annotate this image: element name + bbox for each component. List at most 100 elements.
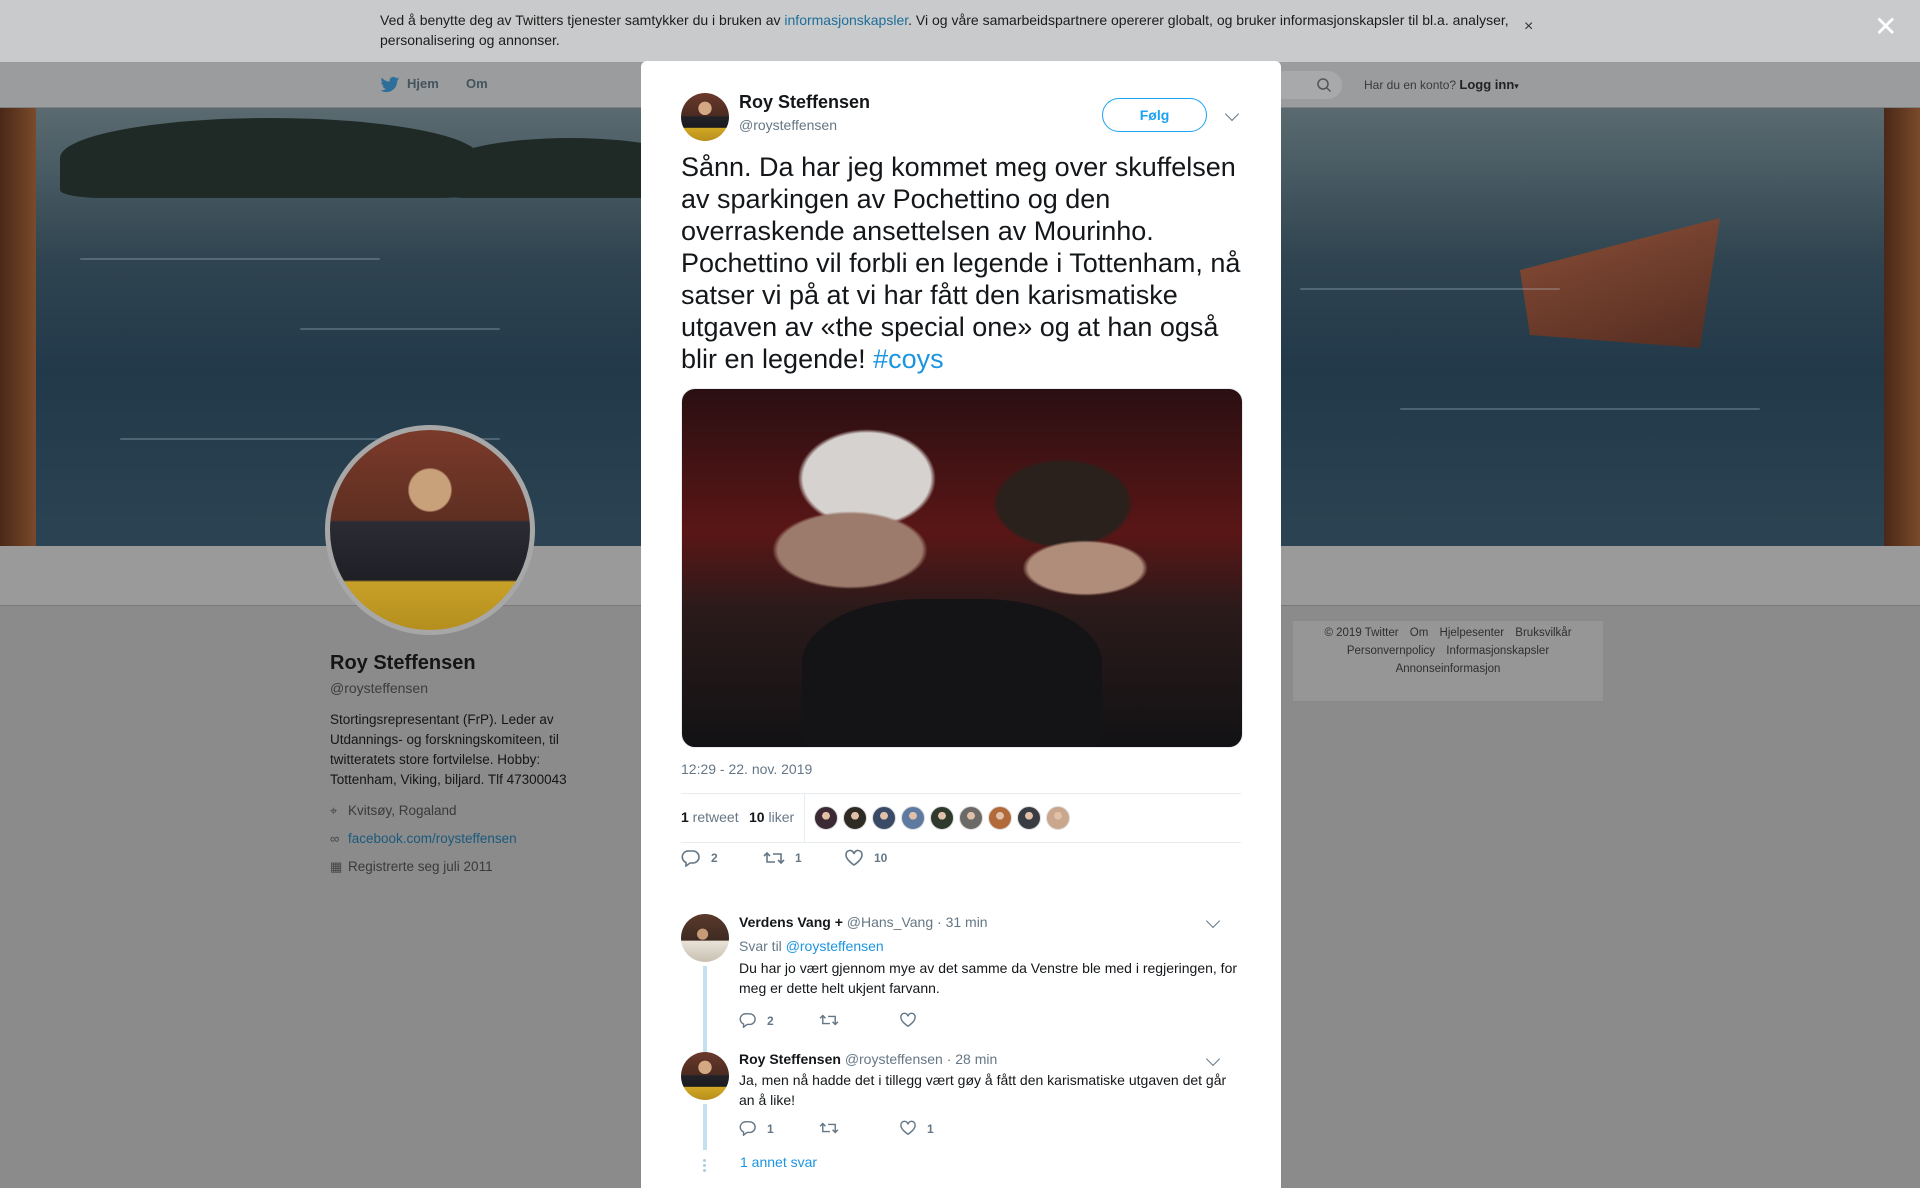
likers-avatars — [814, 806, 1075, 830]
login-prompt: Har du en konto? — [1364, 78, 1457, 92]
footer-link-cookies[interactable]: Informasjonskapsler — [1446, 645, 1549, 657]
footer-link-help[interactable]: Hjelpesenter — [1440, 627, 1505, 639]
banner-wave — [80, 258, 380, 260]
retweet-action[interactable] — [819, 1120, 849, 1136]
profile-avatar[interactable] — [325, 425, 535, 635]
retweet-action[interactable]: 1 — [763, 849, 802, 867]
nav-about-link[interactable]: Om — [466, 76, 488, 91]
footer-link-about[interactable]: Om — [1410, 627, 1429, 639]
retweet-action[interactable] — [819, 1012, 849, 1028]
liker-avatar[interactable] — [872, 806, 896, 830]
profile-website-link[interactable]: facebook.com/roysteffensen — [348, 831, 517, 846]
author-avatar[interactable] — [681, 93, 729, 141]
tweet-stats: 1 retweet 10 liker — [681, 793, 1241, 843]
liker-avatar[interactable] — [843, 806, 867, 830]
reply-tweet[interactable]: Roy Steffensen @roysteffensen · 28 min J… — [681, 1051, 1241, 1152]
likes-stat[interactable]: 10 liker — [749, 809, 794, 825]
reply-text: Du har jo vært gjennom mye av det samme … — [739, 960, 1238, 996]
reply-to-line: Svar til @roysteffensen — [739, 938, 884, 954]
reply-time[interactable]: · 31 min — [937, 914, 988, 930]
banner-wave — [1300, 288, 1560, 290]
like-action[interactable] — [899, 1012, 927, 1028]
site-footer: © 2019 Twitter Om Hjelpesenter Bruksvilk… — [1292, 620, 1604, 702]
cookie-banner: Ved å benytte deg av Twitters tjenester … — [0, 0, 1920, 62]
liker-avatar[interactable] — [1046, 806, 1070, 830]
profile-joined-text: Registrerte seg juli 2011 — [348, 859, 493, 874]
close-overlay-button[interactable]: ✕ — [1874, 10, 1897, 43]
reply-author-handle[interactable]: @Hans_Vang — [847, 914, 933, 930]
reply-icon — [681, 850, 700, 868]
liker-avatar[interactable] — [959, 806, 983, 830]
footer-row: Personvernpolicy Informasjonskapsler — [1293, 645, 1603, 657]
cookie-text-before: Ved å benytte deg av Twitters tjenester … — [380, 12, 785, 28]
reply-actions: 1 1 — [739, 1120, 1139, 1140]
reply-count: 2 — [767, 1014, 774, 1028]
chevron-down-icon[interactable] — [1205, 1051, 1221, 1067]
reply-author-name[interactable]: Verdens Vang + — [739, 914, 843, 930]
liker-avatar[interactable] — [901, 806, 925, 830]
tweet-actions: 2 1 10 — [681, 849, 1241, 879]
like-action[interactable]: 10 — [844, 849, 887, 867]
stats-divider — [804, 794, 805, 843]
reply-author-handle[interactable]: @roysteffensen — [845, 1051, 943, 1067]
chevron-down-icon[interactable] — [1224, 106, 1240, 122]
likes-label: liker — [764, 809, 795, 825]
reply-action[interactable]: 2 — [739, 1012, 774, 1029]
profile-name[interactable]: Roy Steffensen — [330, 652, 476, 675]
reply-to-label: Svar til — [739, 938, 782, 954]
liker-avatar[interactable] — [930, 806, 954, 830]
footer-link-ads-info[interactable]: Annonseinformasjon — [1396, 663, 1501, 675]
search-icon — [1317, 78, 1332, 93]
reply-header: Verdens Vang + @Hans_Vang · 31 min — [739, 914, 988, 930]
tweet-text: Sånn. Da har jeg kommet meg over skuffel… — [681, 151, 1251, 375]
retweet-icon — [819, 1122, 839, 1134]
reply-count: 2 — [711, 851, 718, 865]
location-pin-icon: ⌖ — [330, 803, 338, 818]
retweets-count: 1 — [681, 809, 689, 825]
likes-count: 10 — [749, 809, 765, 825]
login-area: Har du en konto? Logg inn▾ — [1364, 77, 1519, 92]
like-count: 10 — [874, 851, 888, 865]
twitter-bird-icon[interactable] — [380, 76, 400, 94]
retweets-label: retweet — [688, 809, 739, 825]
tweet-permalink-modal: Roy Steffensen @roysteffensen Følg Sånn.… — [641, 61, 1281, 1188]
like-action[interactable]: 1 — [899, 1120, 934, 1136]
cookie-close-button[interactable]: × — [1524, 18, 1533, 36]
reply-action[interactable]: 2 — [681, 849, 718, 868]
liker-avatar[interactable] — [814, 806, 838, 830]
reply-author-avatar[interactable] — [681, 1052, 729, 1100]
reply-header: Roy Steffensen @roysteffensen · 28 min — [739, 1051, 997, 1067]
tweet-timestamp[interactable]: 12:29 - 22. nov. 2019 — [681, 761, 812, 777]
liker-avatar[interactable] — [988, 806, 1012, 830]
chevron-down-icon[interactable] — [1205, 913, 1221, 929]
reply-to-handle[interactable]: @roysteffensen — [786, 938, 884, 954]
reply-action[interactable]: 1 — [739, 1120, 774, 1137]
follow-button[interactable]: Følg — [1102, 98, 1207, 132]
reply-text: Ja, men nå hadde det i tillegg vært gøy … — [739, 1072, 1227, 1108]
show-more-replies-link[interactable]: 1 annet svar — [740, 1154, 817, 1170]
liker-avatar[interactable] — [1017, 806, 1041, 830]
profile-location-text: Kvitsøy, Rogaland — [348, 803, 457, 818]
reply-time[interactable]: · 28 min — [947, 1051, 998, 1067]
heart-icon — [845, 849, 863, 866]
retweets-stat[interactable]: 1 retweet — [681, 809, 739, 825]
heart-icon — [900, 1120, 916, 1136]
login-link[interactable]: Logg inn — [1459, 77, 1514, 92]
profile-location: ⌖ Kvitsøy, Rogaland — [330, 803, 457, 819]
footer-link-privacy[interactable]: Personvernpolicy — [1347, 645, 1435, 657]
cookie-policy-link[interactable]: informasjonskapsler — [784, 12, 908, 28]
reply-author-name[interactable]: Roy Steffensen — [739, 1051, 841, 1067]
profile-handle[interactable]: @roysteffensen — [330, 680, 428, 696]
tweet-photo[interactable] — [681, 388, 1243, 748]
hashtag-link[interactable]: #coys — [873, 344, 944, 374]
footer-link-terms[interactable]: Bruksvilkår — [1515, 627, 1571, 639]
reply-author-avatar[interactable] — [681, 914, 729, 962]
reply-tweet[interactable]: Verdens Vang + @Hans_Vang · 31 min Svar … — [681, 913, 1241, 1056]
reply-icon — [739, 1013, 756, 1029]
footer-row: © 2019 Twitter Om Hjelpesenter Bruksvilk… — [1293, 627, 1603, 639]
author-name[interactable]: Roy Steffensen — [739, 92, 870, 113]
like-count: 1 — [927, 1122, 934, 1136]
nav-home-link[interactable]: Hjem — [407, 76, 439, 91]
retweet-count: 1 — [795, 851, 802, 865]
author-handle[interactable]: @roysteffensen — [739, 117, 837, 133]
